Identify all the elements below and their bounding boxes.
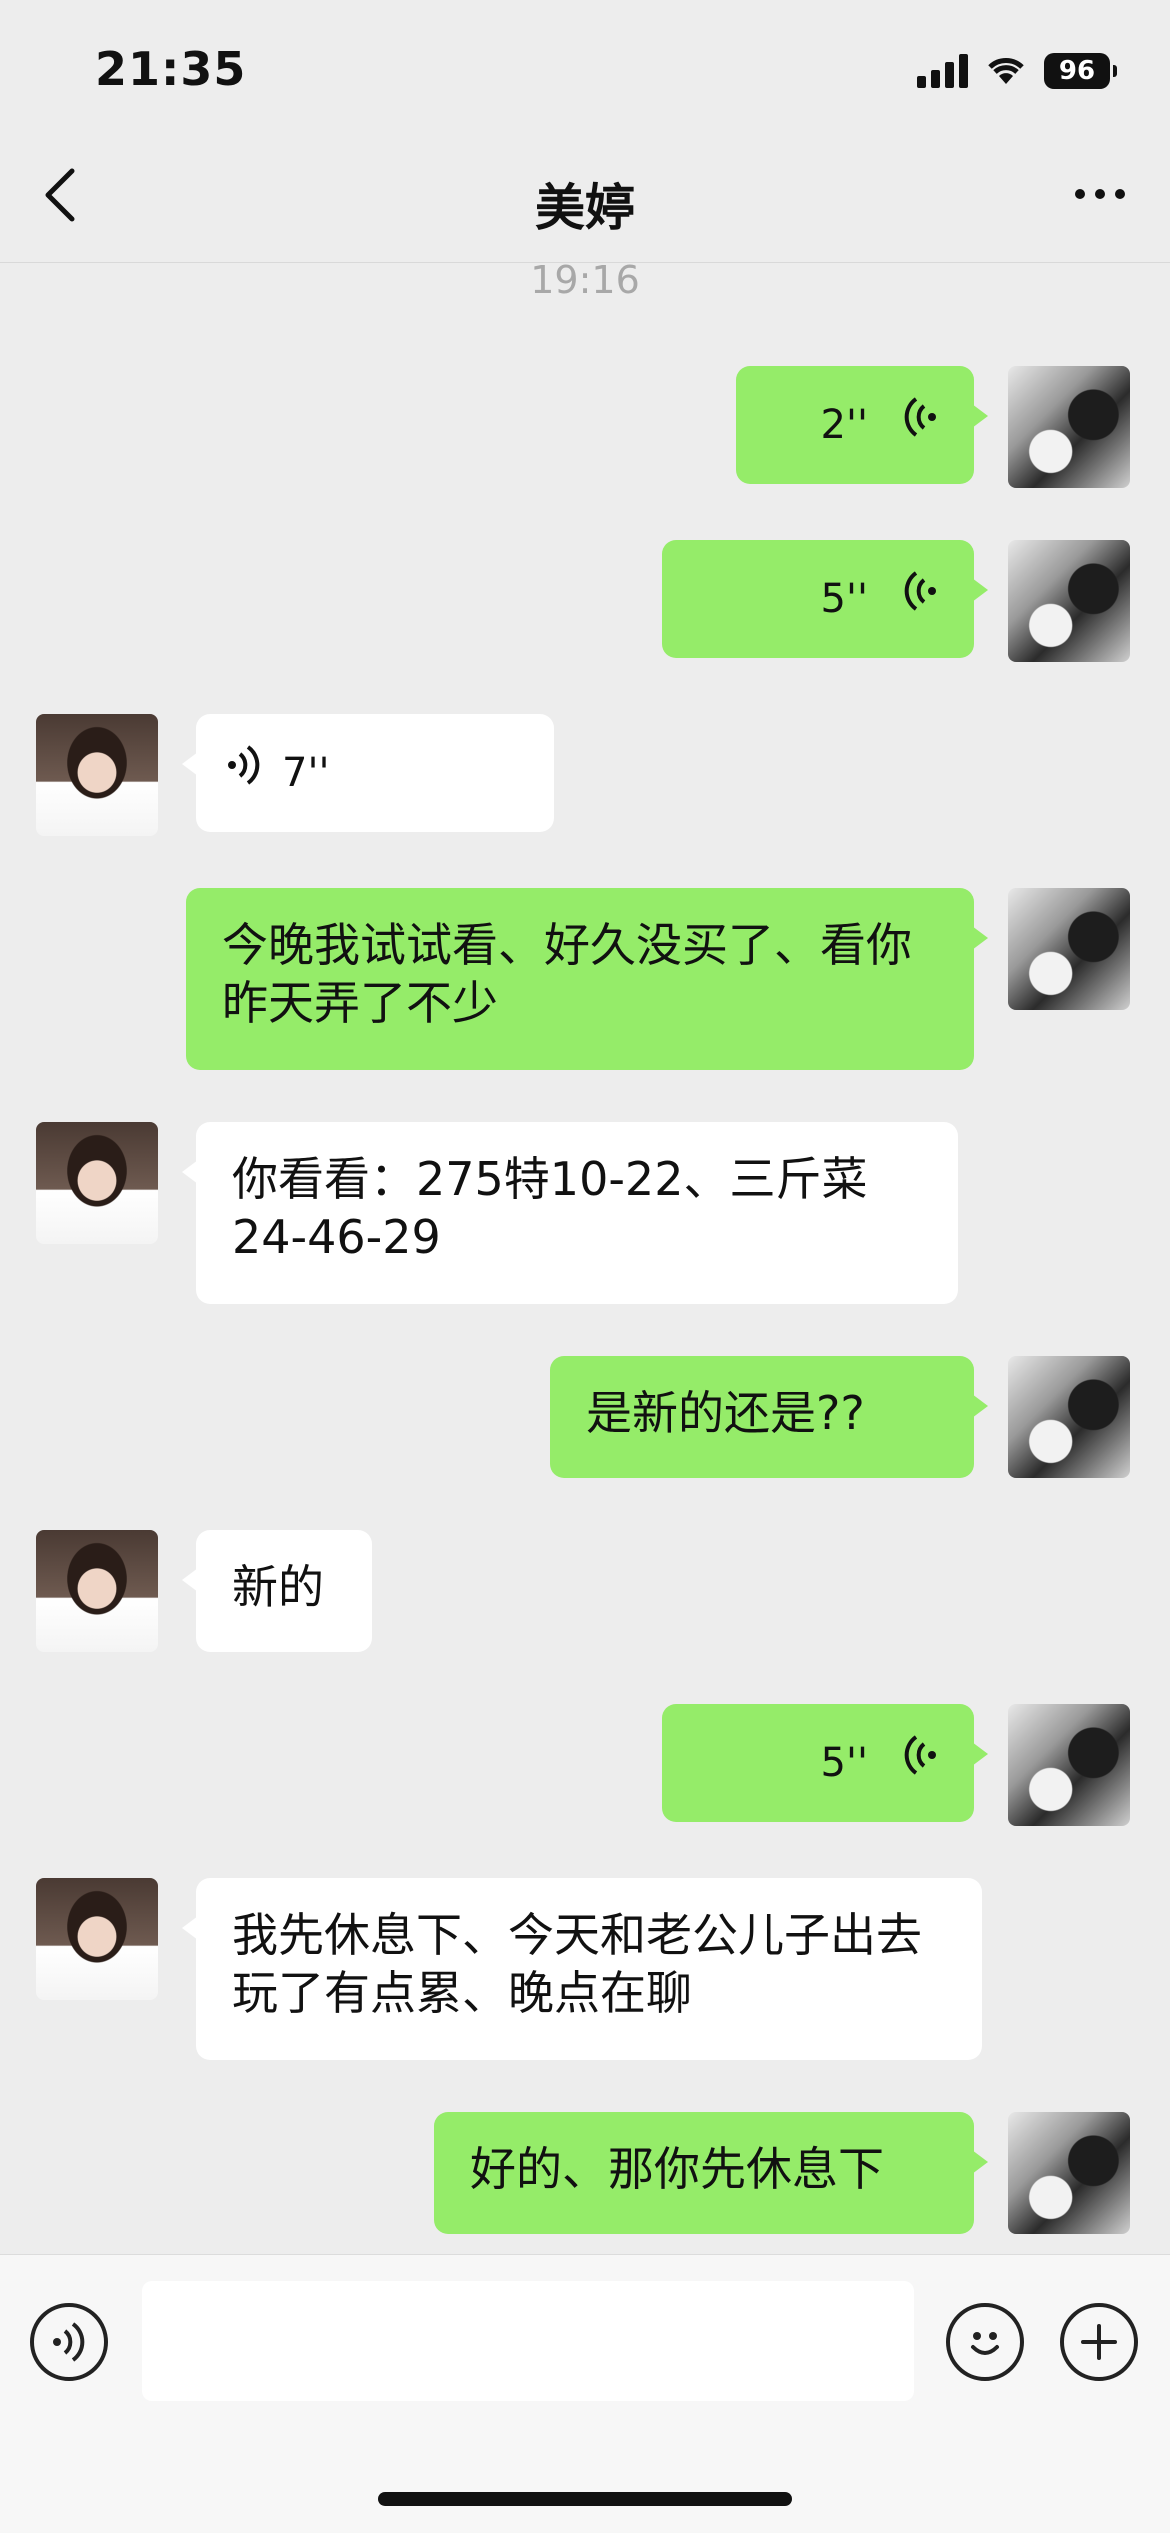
signal-icon (917, 54, 968, 88)
voice-duration: 5'' (820, 576, 868, 622)
voice-mode-icon[interactable] (30, 2303, 108, 2381)
voice-duration: 2'' (820, 402, 868, 448)
text-message-bubble[interactable]: 是新的还是?? (550, 1356, 988, 1478)
voice-wave-icon (902, 570, 938, 628)
voice-message-bubble[interactable]: 2'' (736, 366, 988, 484)
emoji-icon[interactable] (946, 2303, 1024, 2381)
voice-message-bubble[interactable]: 7'' (182, 714, 554, 832)
text-message-bubble[interactable]: 今晚我试试看、好久没买了、看你昨天弄了不少 (186, 888, 988, 1070)
home-indicator (378, 2492, 792, 2506)
text-message-bubble[interactable]: 你看看：275特10-22、三斤菜24-46-29 (182, 1122, 958, 1304)
my-avatar[interactable] (1008, 366, 1130, 488)
contact-avatar[interactable] (36, 1878, 158, 2000)
contact-avatar[interactable] (36, 1122, 158, 1244)
message-text: 好的、那你先休息下 (470, 2142, 884, 2196)
text-message-bubble[interactable]: 我先休息下、今天和老公儿子出去玩了有点累、晚点在聊 (182, 1878, 982, 2060)
status-time: 21:35 (95, 42, 247, 96)
status-bar: 21:35 96 (0, 0, 1170, 140)
message-text: 我先休息下、今天和老公儿子出去玩了有点累、晚点在聊 (232, 1908, 922, 2020)
more-icon[interactable] (1070, 164, 1130, 238)
my-avatar[interactable] (1008, 2112, 1130, 2234)
chat-title: 美婷 (535, 179, 635, 237)
chat-header: 美婷 (0, 140, 1170, 263)
voice-wave-icon (226, 744, 262, 802)
text-message-bubble[interactable]: 新的 (182, 1530, 372, 1652)
wifi-icon (984, 52, 1028, 90)
voice-wave-icon (902, 1734, 938, 1792)
voice-duration: 5'' (820, 1740, 868, 1786)
my-avatar[interactable] (1008, 540, 1130, 662)
message-text: 是新的还是?? (586, 1386, 865, 1440)
voice-message-bubble[interactable]: 5'' (662, 1704, 988, 1822)
battery-icon: 96 (1044, 53, 1117, 89)
contact-avatar[interactable] (36, 1530, 158, 1652)
voice-duration: 7'' (282, 750, 330, 796)
status-icons: 96 (917, 52, 1117, 90)
text-message-bubble[interactable]: 好的、那你先休息下 (434, 2112, 988, 2234)
my-avatar[interactable] (1008, 888, 1130, 1010)
my-avatar[interactable] (1008, 1356, 1130, 1478)
plus-icon[interactable] (1060, 2303, 1138, 2381)
voice-message-bubble[interactable]: 5'' (662, 540, 988, 658)
message-text: 你看看：275特10-22、三斤菜24-46-29 (232, 1152, 868, 1264)
message-text: 今晚我试试看、好久没买了、看你昨天弄了不少 (222, 918, 912, 1030)
my-avatar[interactable] (1008, 1704, 1130, 1826)
message-timestamp: 19:16 (530, 258, 640, 302)
voice-wave-icon (902, 396, 938, 454)
contact-avatar[interactable] (36, 714, 158, 836)
message-input[interactable] (142, 2281, 914, 2401)
message-text: 新的 (232, 1560, 324, 1614)
